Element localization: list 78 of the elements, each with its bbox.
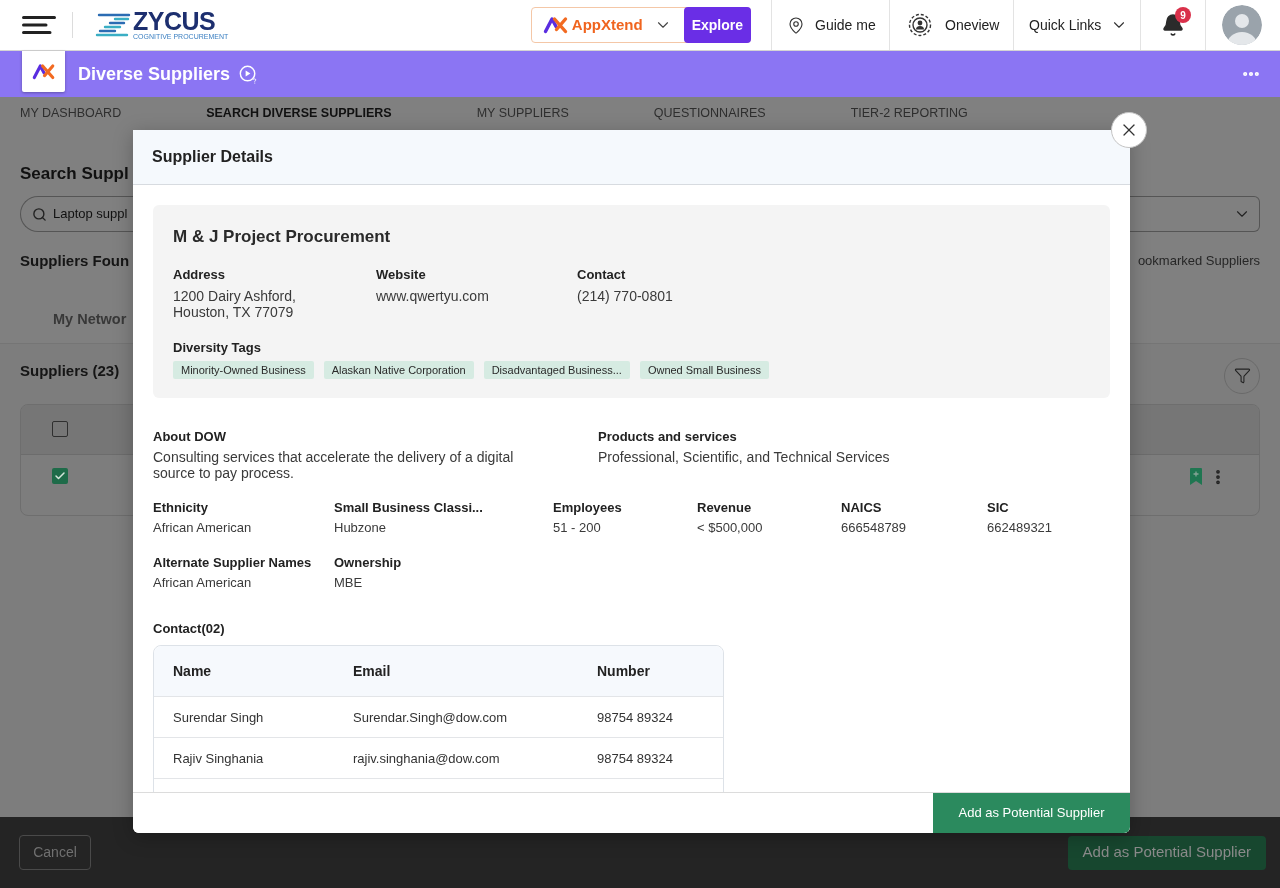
table-cell: rajiv.singhania@dow.com — [353, 751, 500, 766]
table-cell: Surendar.Singh@dow.com — [353, 710, 508, 725]
field-value: MBE — [334, 575, 363, 591]
network-tab[interactable]: My Networ — [53, 309, 127, 328]
column-header: Number — [597, 663, 650, 679]
supplier-name: M & J Project Procurement — [173, 227, 391, 247]
checkbox[interactable] — [52, 421, 68, 437]
field-value: African American — [153, 520, 252, 536]
suppliers-title: Suppliers (23) — [20, 361, 120, 380]
about-text: Consulting services that accelerate the delivery of a digital source to pay process. — [153, 449, 515, 481]
field-label: Address — [173, 267, 226, 283]
logo-icon — [542, 16, 569, 34]
field-value: 1200 Dairy Ashford, Houston, TX 77079 — [173, 288, 297, 320]
add-supplier-button[interactable]: Add as Potential Supplier — [1067, 835, 1266, 870]
table-cell: Surendar Singh — [173, 710, 264, 725]
field-value: African American — [153, 575, 252, 591]
diversity-tag: Owned Small Business — [639, 361, 769, 379]
field-value: www.qwertyu.com — [376, 288, 489, 304]
diversity-tag: Minority-Owned Business — [173, 361, 314, 379]
bookmarked-suppliers-link[interactable]: ookmarked Suppliers — [1137, 251, 1260, 271]
app-switcher[interactable]: AppXtend Explore — [530, 7, 751, 43]
results-title: Suppliers Foun — [20, 251, 130, 270]
nav-tab[interactable]: QUESTIONNAIRES — [653, 104, 766, 123]
field-label: Employees — [553, 500, 622, 516]
diversity-tag: Alaskan Native Corporation — [323, 361, 474, 379]
search-icon — [32, 206, 47, 222]
check-icon — [54, 469, 66, 482]
app-title: Diverse Suppliers — [78, 62, 231, 86]
column-header: Name — [173, 663, 212, 679]
quick-links-menu[interactable]: Quick Links — [1013, 0, 1140, 50]
field-value: Hubzone — [334, 520, 387, 536]
oneview-link[interactable]: Oneview — [889, 0, 1013, 50]
field-value: 662489321 — [987, 520, 1053, 536]
menu-icon[interactable] — [22, 16, 56, 34]
column-header: Email — [353, 663, 391, 679]
striped-logo-icon — [95, 12, 131, 38]
nav-tab[interactable]: SEARCH DIVERSE SUPPLIERS — [206, 104, 392, 123]
field-label: Diversity Tags — [173, 340, 261, 356]
field-label: Alternate Supplier Names — [153, 555, 312, 571]
avatar-icon[interactable] — [1222, 5, 1262, 45]
field-value: (214) 770-0801 — [577, 288, 673, 304]
user-circle-icon — [908, 13, 932, 37]
field-label: Ownership — [334, 555, 402, 571]
page-title: Search Suppl — [20, 164, 129, 184]
field-label: SIC — [987, 500, 1009, 516]
map-pin-icon — [787, 14, 805, 36]
field-label: Revenue — [697, 500, 752, 516]
modal-title: Supplier Details — [152, 147, 273, 167]
field-label: Contact — [577, 267, 626, 283]
notification-badge: 9 — [1175, 7, 1191, 23]
guide-link[interactable]: Guide me — [771, 0, 889, 50]
field-label: About DOW — [153, 429, 226, 445]
logo-text: ZYCUS — [133, 9, 216, 33]
nav-tab[interactable]: MY DASHBOARD — [20, 104, 122, 123]
explore-button[interactable]: Explore — [683, 7, 751, 43]
table-cell: 98754 89324 — [597, 751, 673, 766]
field-label: Website — [376, 267, 426, 283]
add-potential-supplier-button[interactable]: Add as Potential Supplier — [933, 793, 1130, 833]
cancel-button[interactable]: Cancel — [19, 835, 91, 870]
play-circle-icon[interactable] — [239, 64, 259, 84]
field-label: Products and services — [598, 429, 737, 445]
field-value: 666548789 — [841, 520, 907, 536]
app-switcher-label: AppXtend — [571, 14, 643, 35]
notification-bell-icon[interactable] — [1161, 13, 1185, 37]
field-label: Small Business Classi... — [334, 500, 483, 516]
field-value: < $500,000 — [697, 520, 763, 536]
nav-tab[interactable]: MY SUPPLIERS — [476, 104, 569, 123]
diversity-tag: Disadvantaged Business... — [483, 361, 630, 379]
table-cell: Rajiv Singhania — [173, 751, 264, 766]
nav-tab[interactable]: TIER-2 REPORTING — [850, 104, 968, 123]
products-text: Professional, Scientific, and Technical Services — [598, 449, 890, 465]
field-label: NAICS — [841, 500, 882, 516]
filter-icon — [1233, 367, 1251, 384]
field-value: 51 - 200 — [553, 520, 601, 536]
field-label: Ethnicity — [153, 500, 208, 516]
field-label: Contact(02) — [153, 621, 225, 637]
checkbox[interactable] — [52, 467, 68, 484]
table-cell: 98754 89324 — [597, 710, 673, 725]
